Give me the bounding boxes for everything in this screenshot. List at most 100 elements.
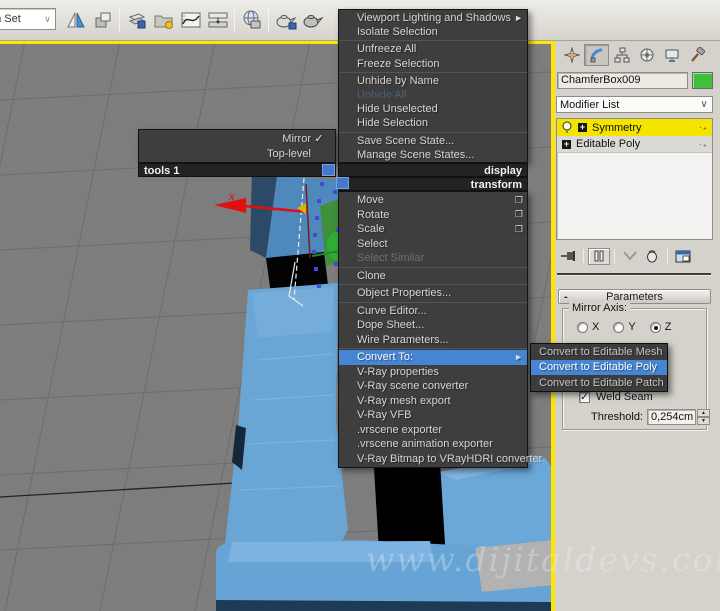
radio-x[interactable]: X (577, 321, 599, 333)
command-panel: ChamferBox009 Modifier List ∨ + Symmetry… (555, 41, 720, 611)
render-button[interactable] (299, 7, 326, 34)
quad-center-marker[interactable] (336, 177, 349, 189)
quad-header-transform[interactable]: transform (338, 177, 528, 191)
radio-label: X (592, 321, 600, 333)
menu-item-vray-properties[interactable]: V-Ray properties (339, 365, 527, 380)
settings-box-icon[interactable]: ❒ (511, 209, 523, 220)
render-setup-button[interactable] (238, 7, 265, 34)
menu-item-scale[interactable]: Scale ❒ (339, 222, 527, 237)
menu-item-rotate[interactable]: Rotate ❒ (339, 208, 527, 223)
pin-stack-button[interactable] (557, 248, 579, 265)
menu-item-dope-sheet[interactable]: Dope Sheet... (339, 318, 527, 333)
lightbulb-icon[interactable] (561, 121, 573, 134)
grid-axis-line (0, 482, 236, 498)
tab-motion[interactable] (634, 44, 659, 66)
menu-item-save-scene-state[interactable]: Save Scene State... (339, 134, 527, 148)
remove-modifier-button[interactable] (641, 248, 663, 265)
tab-utilities[interactable] (684, 44, 709, 66)
settings-box-icon[interactable]: ❒ (511, 224, 523, 235)
menu-item-vray-scene-converter[interactable]: V-Ray scene converter (339, 379, 527, 394)
x-axis-label: x (228, 191, 235, 203)
configure-modifier-sets-button[interactable] (672, 248, 694, 265)
show-end-result-button[interactable] (588, 247, 610, 265)
modifier-stack-row-symmetry[interactable]: + Symmetry ·₊ (557, 119, 712, 136)
menu-item-clone[interactable]: Clone (339, 269, 527, 284)
radio-icon[interactable] (613, 321, 625, 333)
threshold-input[interactable]: 0,254cm (647, 409, 696, 425)
menu-item-unhide-all[interactable]: Unhide All (339, 88, 527, 102)
menu-item-hide-selection[interactable]: Hide Selection (339, 116, 527, 130)
menu-item-manage-scene-states[interactable]: Manage Scene States... (339, 148, 527, 162)
modifier-label: Editable Poly (576, 138, 641, 150)
object-color-swatch[interactable] (692, 72, 713, 89)
curve-editor-button[interactable] (177, 7, 204, 34)
weld-seam-row: ✓ Weld Seam (579, 391, 653, 403)
menu-item-vray-vfb[interactable]: V-Ray VFB (339, 408, 527, 423)
submenu-arrow-icon: ► (514, 13, 523, 24)
modifier-label: Symmetry (592, 121, 642, 134)
radio-z[interactable]: Z (649, 321, 671, 333)
settings-box-icon[interactable]: ❒ (511, 195, 523, 206)
radio-y[interactable]: Y (613, 321, 636, 333)
weld-seam-checkbox[interactable]: ✓ (579, 391, 590, 403)
menu-item-convert-editable-patch[interactable]: Convert to Editable Patch (531, 375, 667, 391)
tab-display[interactable] (659, 44, 684, 66)
menu-item-vrscene-exporter[interactable]: .vrscene exporter (339, 423, 527, 438)
menu-item-object-properties[interactable]: Object Properties... (339, 286, 527, 301)
dropdown-arrow-icon[interactable]: ∨ (40, 14, 55, 25)
rendered-frame-button[interactable] (272, 7, 299, 34)
menu-item-select[interactable]: Select (339, 237, 527, 252)
menu-item-convert-editable-mesh[interactable]: Convert to Editable Mesh (531, 344, 667, 360)
expand-icon[interactable]: + (562, 139, 571, 149)
make-unique-button[interactable] (619, 248, 641, 265)
menu-item-viewport-lighting[interactable]: Viewport Lighting and Shadows ► (339, 11, 527, 25)
menu-item-curve-editor[interactable]: Curve Editor... (339, 304, 527, 319)
menu-item-isolate-selection[interactable]: Isolate Selection (339, 25, 527, 39)
quad-header-tools[interactable]: tools 1 (138, 163, 336, 177)
menu-item-mirror[interactable]: Mirror ✓ (139, 131, 335, 146)
spinner-up-icon[interactable]: ▲ (697, 409, 710, 417)
collapse-icon[interactable]: - (564, 290, 568, 304)
spinner-down-icon[interactable]: ▼ (697, 417, 710, 425)
modifier-stack-row-editable-poly[interactable]: + Editable Poly ·₊ (557, 136, 712, 153)
modifier-stack: + Symmetry ·₊ + Editable Poly ·₊ (556, 118, 713, 240)
chevron-down-icon[interactable]: ∨ (696, 99, 712, 110)
weld-seam-label: Weld Seam (596, 391, 653, 403)
menu-item-wire-parameters[interactable]: Wire Parameters... (339, 333, 527, 348)
menu-item-freeze-selection[interactable]: Freeze Selection (339, 57, 527, 71)
menu-separator (339, 131, 527, 133)
object-name-field[interactable]: ChamferBox009 (557, 72, 688, 89)
quad-header-display[interactable]: display (338, 163, 528, 177)
threshold-spinner[interactable]: ▲ ▼ (697, 409, 710, 425)
menu-item-unhide-by-name[interactable]: Unhide by Name (339, 74, 527, 88)
quad-tools-menu: Mirror ✓ Top-level (138, 129, 336, 163)
menu-item-convert-to[interactable]: Convert To: ► (339, 350, 527, 365)
menu-item-vrscene-animation-exporter[interactable]: .vrscene animation exporter (339, 437, 527, 452)
quad-center-marker[interactable] (322, 164, 335, 176)
expand-icon[interactable]: + (578, 123, 587, 132)
menu-item-vray-mesh-export[interactable]: V-Ray mesh export (339, 394, 527, 409)
convert-to-submenu: Convert to Editable Mesh Convert to Edit… (530, 343, 668, 392)
panel-divider (557, 273, 711, 276)
tab-modify[interactable] (584, 44, 609, 66)
tab-create[interactable] (559, 44, 584, 66)
mirror-tool-button[interactable] (62, 7, 89, 34)
menu-item-hide-unselected[interactable]: Hide Unselected (339, 102, 527, 116)
schematic-view-button[interactable] (204, 7, 231, 34)
menu-item-vray-bitmap-converter[interactable]: V-Ray Bitmap to VRayHDRI converter (339, 452, 542, 467)
threshold-row: Threshold: 0,254cm ▲ ▼ (571, 409, 710, 425)
named-selection-set-combo[interactable]: on Set ∨ (0, 8, 56, 30)
menu-item-move[interactable]: Move ❒ (339, 193, 527, 208)
modifier-list-dropdown[interactable]: Modifier List ∨ (556, 96, 713, 113)
align-tool-button[interactable] (89, 7, 116, 34)
radio-icon[interactable] (649, 321, 661, 333)
radio-icon[interactable] (577, 321, 588, 333)
menu-item-convert-editable-poly[interactable]: Convert to Editable Poly (531, 359, 667, 375)
menu-item-unfreeze-all[interactable]: Unfreeze All (339, 42, 527, 56)
scene-explorer-button[interactable] (150, 7, 177, 34)
group-title: Mirror Axis: (569, 302, 630, 314)
tab-hierarchy[interactable] (609, 44, 634, 66)
layer-manager-button[interactable] (123, 7, 150, 34)
menu-item-top-level[interactable]: Top-level (139, 146, 335, 161)
check-icon: ✓ (314, 133, 324, 145)
